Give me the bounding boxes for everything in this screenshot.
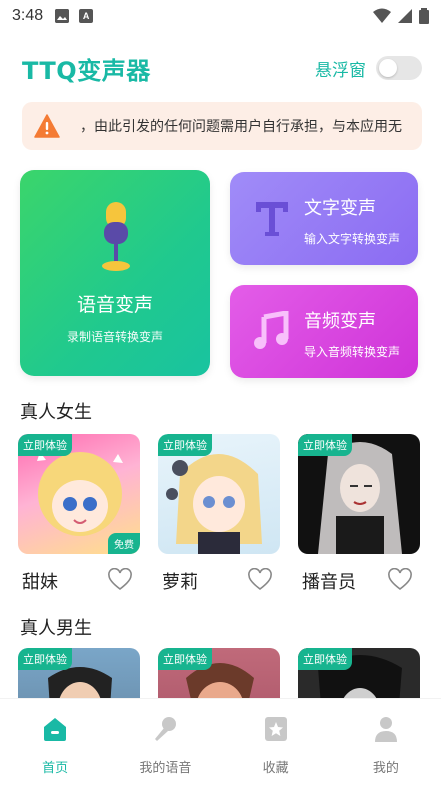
nav-home[interactable]: 首页 <box>0 699 110 786</box>
voice-name: 播音员 <box>302 572 356 593</box>
audio-change-title: 音频变声 <box>304 311 376 332</box>
image-notification-icon <box>55 9 70 23</box>
status-icons <box>373 8 429 24</box>
float-window-control: 悬浮窗 <box>315 56 422 81</box>
status-bar: 3:48 A <box>0 0 441 32</box>
nav-home-label: 首页 <box>42 761 69 776</box>
microphone-icon <box>102 202 130 271</box>
text-change-card[interactable]: 文字变声 输入文字转换变声 <box>230 172 418 265</box>
free-badge: 免费 <box>108 533 140 554</box>
microphone-icon <box>155 717 177 741</box>
try-now-tag: 立即体验 <box>298 648 352 670</box>
announcer-image: 立即体验 <box>298 434 420 554</box>
voice-card-male-2[interactable]: 立即体验 <box>158 648 280 698</box>
text-t-icon <box>250 196 294 240</box>
male-voice-image: 立即体验 <box>158 648 280 698</box>
nav-my-voice[interactable]: 我的语音 <box>110 699 220 786</box>
voice-change-title: 语音变声 <box>76 294 153 316</box>
loli-image: 立即体验 <box>158 434 280 554</box>
notice-text: ，由此引发的任何问题需用户自行承担，与本应用无 <box>80 119 402 135</box>
a-notification-icon: A <box>79 9 94 23</box>
music-note-icon <box>250 309 294 353</box>
nav-my-voice-label: 我的语音 <box>139 761 192 776</box>
nav-mine-label: 我的 <box>372 761 399 776</box>
status-time: 3:48 <box>12 7 44 24</box>
float-window-toggle[interactable] <box>376 56 422 80</box>
voice-card-male-3[interactable]: 立即体验 <box>298 648 420 698</box>
section-title-male: 真人男生 <box>20 618 92 639</box>
toggle-knob <box>379 59 397 77</box>
section-title-female: 真人女生 <box>20 402 92 423</box>
bottom-nav: 首页 我的语音 收藏 我的 <box>0 698 441 786</box>
nav-mine[interactable]: 我的 <box>331 699 441 786</box>
warning-icon <box>34 114 60 138</box>
voice-card-male-1[interactable]: 立即体验 <box>18 648 140 698</box>
heart-icon[interactable] <box>248 568 272 592</box>
heart-icon[interactable] <box>388 568 412 592</box>
header: TTQ变声器 悬浮窗 <box>22 48 422 88</box>
user-icon <box>374 717 397 742</box>
text-change-subtitle: 输入文字转换变声 <box>304 232 401 246</box>
nav-favorites[interactable]: 收藏 <box>221 699 331 786</box>
text-change-title: 文字变声 <box>304 198 376 219</box>
sweet-girl-image: 立即体验 免费 <box>18 434 140 554</box>
voice-change-card[interactable]: 语音变声 录制语音转换变声 <box>20 170 210 376</box>
wifi-icon <box>373 8 391 23</box>
audio-change-card[interactable]: 音频变声 导入音频转换变声 <box>230 285 418 378</box>
voice-name: 甜妹 <box>22 572 58 593</box>
try-now-tag: 立即体验 <box>158 648 212 670</box>
voice-name: 萝莉 <box>162 572 198 593</box>
heart-icon[interactable] <box>108 568 132 592</box>
battery-icon <box>419 8 429 24</box>
male-voice-image: 立即体验 <box>298 648 420 698</box>
nav-favorites-label: 收藏 <box>262 761 289 776</box>
try-now-tag: 立即体验 <box>18 648 72 670</box>
notice-banner[interactable]: ，由此引发的任何问题需用户自行承担，与本应用无 <box>22 102 422 150</box>
float-window-label: 悬浮窗 <box>315 60 366 81</box>
try-now-tag: 立即体验 <box>18 434 72 456</box>
home-icon <box>44 718 67 741</box>
star-icon <box>264 717 287 741</box>
male-voice-image: 立即体验 <box>18 648 140 698</box>
signal-icon <box>398 9 412 23</box>
app-title: TTQ变声器 <box>22 56 151 85</box>
audio-change-subtitle: 导入音频转换变声 <box>304 345 401 359</box>
voice-change-subtitle: 录制语音转换变声 <box>66 330 163 344</box>
try-now-tag: 立即体验 <box>298 434 352 456</box>
try-now-tag: 立即体验 <box>158 434 212 456</box>
